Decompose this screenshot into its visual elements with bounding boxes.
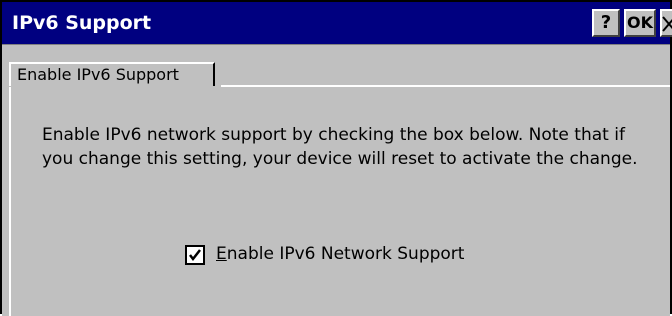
help-icon: ? — [600, 12, 612, 33]
window-title: IPv6 Support — [12, 12, 152, 34]
mnemonic-letter: E — [216, 244, 227, 264]
ipv6-support-window: IPv6 Support ? OK Enable IPv6 Support En… — [0, 0, 672, 316]
panel-top-border — [221, 85, 670, 87]
ok-button[interactable]: OK — [624, 9, 656, 37]
enable-ipv6-checkbox[interactable] — [185, 245, 205, 265]
ok-button-label: OK — [627, 13, 653, 32]
tab-panel — [2, 86, 670, 316]
checkbox-label-text: nable IPv6 Network Support — [226, 244, 465, 264]
tab-strip: Enable IPv6 Support — [2, 45, 670, 88]
enable-ipv6-checkbox-label[interactable]: Enable IPv6 Network Support — [216, 242, 464, 266]
panel-left-border — [9, 87, 11, 316]
description-text: Enable IPv6 network support by checking … — [42, 125, 638, 169]
tab-enable-ipv6-support[interactable]: Enable IPv6 Support — [9, 62, 215, 88]
tab-label: Enable IPv6 Support — [17, 65, 179, 84]
help-button[interactable]: ? — [592, 9, 620, 37]
title-bar: IPv6 Support ? OK — [2, 2, 672, 45]
close-icon — [662, 16, 672, 32]
checkmark-icon — [189, 249, 201, 262]
close-button[interactable] — [660, 9, 672, 37]
